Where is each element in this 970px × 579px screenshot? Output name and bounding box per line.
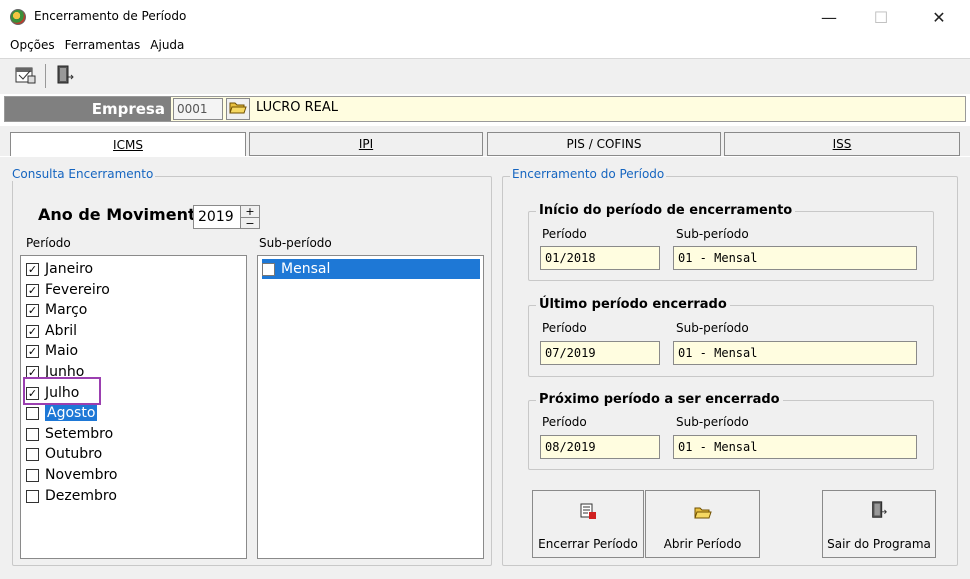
encerramento-legend: Encerramento do Período [510,167,667,181]
proximo-title: Próximo período a ser encerrado [536,392,783,407]
ultimo-subperiodo-field[interactable]: 01 - Mensal [673,341,917,365]
month-checkbox[interactable] [26,468,39,482]
month-item[interactable]: Agosto [26,403,98,423]
subperiodo-checkbox[interactable] [262,262,275,276]
month-item[interactable]: ✓ Janeiro [26,259,93,279]
subperiodo-item-label: Mensal [281,261,331,277]
month-label: Dezembro [45,488,117,504]
month-checkbox[interactable] [26,489,39,503]
ultimo-periodo-field[interactable]: 07/2019 [540,341,660,365]
ano-movimento-field[interactable]: 2019 [193,205,241,229]
month-item[interactable]: Outubro [26,444,102,464]
menu-ajuda[interactable]: Ajuda [150,38,184,52]
month-item[interactable]: Dezembro [26,486,117,506]
month-item[interactable]: ✓ Fevereiro [26,280,110,300]
month-item[interactable]: Setembro [26,424,113,444]
inicio-subperiodo-field[interactable]: 01 - Mensal [673,246,917,270]
toolbar [0,58,970,94]
month-checkbox[interactable] [26,427,39,441]
month-label: Janeiro [45,261,94,277]
inicio-subperiodo-label: Sub-período [676,227,749,241]
abrir-periodo-label: Abrir Período [663,537,742,551]
empresa-code-field[interactable]: 0001 [173,98,223,120]
month-checkbox[interactable]: ✓ [26,262,39,276]
maximize-button[interactable]: ☐ [858,0,904,34]
tab-pis-cofins-label: PIS / COFINS [566,137,642,151]
toolbar-separator [45,64,46,88]
tab-ipi-label: IPI [358,137,374,151]
month-label: Setembro [45,426,114,442]
proximo-subperiodo-field[interactable]: 01 - Mensal [673,435,917,459]
subperiodo-item-mensal[interactable]: Mensal [262,259,480,279]
calendar-icon [14,65,36,88]
sair-programa-label: Sair do Programa [827,537,931,551]
tab-icms-label: ICMS [113,137,143,152]
month-checkbox[interactable]: ✓ [26,324,39,338]
empresa-name: LUCRO REAL [256,100,338,115]
periodo-list-label: Período [26,236,71,250]
encerrar-periodo-button[interactable]: Encerrar Período [532,490,644,558]
minimize-button[interactable]: — [806,0,852,34]
subperiodo-listbox[interactable] [257,255,484,559]
month-checkbox[interactable]: ✓ [26,303,39,317]
tab-iss-label: ISS [832,137,852,151]
julho-highlight-box [23,377,101,405]
consulta-legend: Consulta Encerramento [10,167,156,181]
month-label: Agosto [45,405,98,421]
spin-up-icon[interactable]: + [241,206,259,217]
proximo-periodo-field[interactable]: 08/2019 [540,435,660,459]
month-checkbox[interactable] [26,447,39,461]
ano-spinner[interactable]: + − [241,205,260,229]
close-button[interactable]: ✕ [916,0,962,34]
close-period-icon [579,502,597,523]
spin-down-icon[interactable]: − [241,218,259,229]
app-icon [10,9,26,25]
proximo-subperiodo-label: Sub-período [676,415,749,429]
month-label: Abril [45,323,77,339]
tab-iss[interactable]: ISS [724,132,960,156]
sair-programa-button[interactable]: Sair do Programa [822,490,936,558]
month-item[interactable]: ✓ Março [26,300,87,320]
encerrar-periodo-label: Encerrar Período [538,537,638,551]
ano-movimento-label: Ano de Movimento [38,205,207,224]
tab-ipi[interactable]: IPI [249,132,483,156]
menu-ferramentas[interactable]: Ferramentas [65,38,141,52]
month-label: Outubro [45,446,103,462]
month-checkbox[interactable] [26,406,39,420]
month-checkbox[interactable]: ✓ [26,344,39,358]
month-checkbox[interactable]: ✓ [26,283,39,297]
month-label: Fevereiro [45,282,110,298]
tab-pis-cofins[interactable]: PIS / COFINS [487,132,721,156]
proximo-periodo-label: Período [542,415,587,429]
month-item[interactable]: Novembro [26,465,117,485]
subperiodo-list-label: Sub-período [259,236,332,250]
month-label: Março [45,302,88,318]
month-item[interactable]: ✓ Abril [26,321,77,341]
calendar-tool-button[interactable] [12,64,38,88]
month-label: Maio [45,343,79,359]
folder-open-icon [693,506,712,523]
window-title: Encerramento de Período [34,9,187,23]
abrir-periodo-button[interactable]: Abrir Período [645,490,760,558]
menu-opcoes[interactable]: Opções [10,38,55,52]
inicio-periodo-label: Período [542,227,587,241]
inicio-periodo-field[interactable]: 01/2018 [540,246,660,270]
folder-open-icon [229,101,247,118]
empresa-browse-button[interactable] [226,98,250,120]
month-item[interactable]: ✓ Maio [26,341,78,361]
ultimo-title: Último período encerrado [536,297,730,312]
inicio-title: Início do período de encerramento [536,203,796,218]
exit-door-icon [54,64,76,89]
ultimo-periodo-label: Período [542,321,587,335]
empresa-label: Empresa [5,97,171,121]
exit-tool-button[interactable] [52,64,78,88]
exit-door-icon [869,500,889,523]
tab-icms[interactable]: ICMS [10,132,246,156]
month-label: Novembro [45,467,118,483]
menu-bar: Opções Ferramentas Ajuda [0,34,970,56]
ultimo-subperiodo-label: Sub-período [676,321,749,335]
